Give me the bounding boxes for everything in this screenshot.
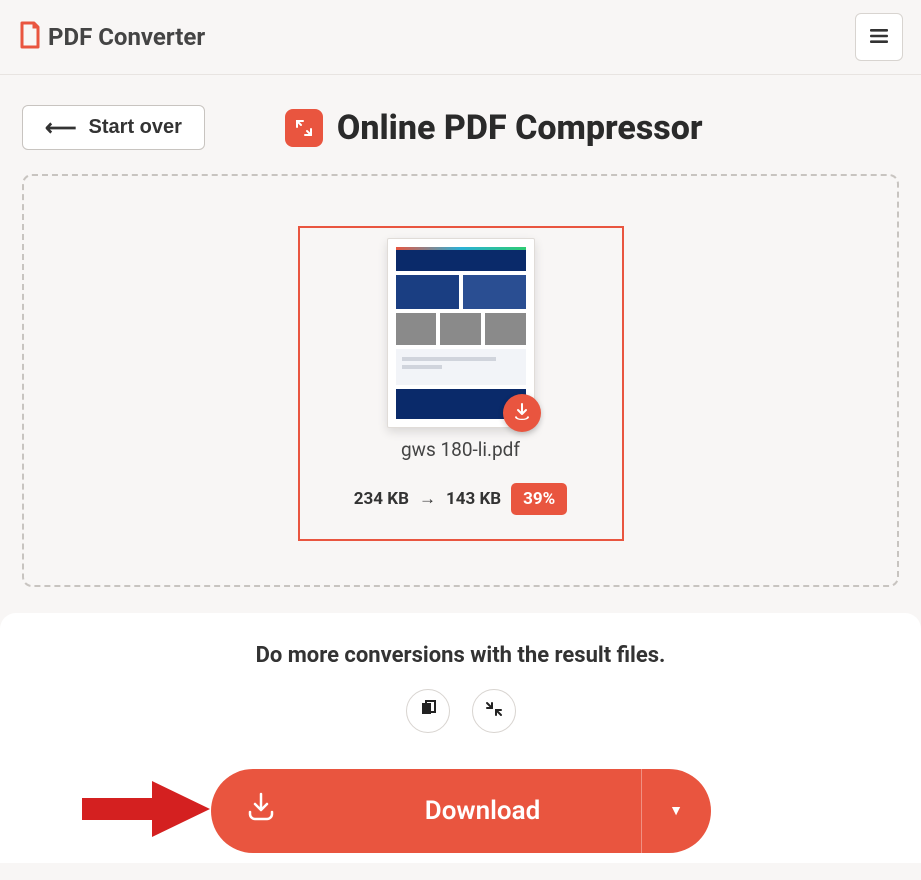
page-title-text: Online PDF Compressor xyxy=(337,108,703,148)
action-icons xyxy=(0,689,921,733)
brand-name: PDF Converter xyxy=(48,23,205,51)
download-icon xyxy=(247,792,275,829)
copy-icon xyxy=(419,700,437,722)
page-title: Online PDF Compressor xyxy=(285,108,703,148)
size-before: 234 KB xyxy=(354,489,409,509)
more-conversions-text: Do more conversions with the result file… xyxy=(251,641,671,671)
download-button[interactable]: Download ▼ xyxy=(211,769,711,853)
arrow-left-icon: ⟵ xyxy=(45,117,77,139)
copy-button[interactable] xyxy=(406,689,450,733)
file-dropzone[interactable]: gws 180-li.pdf 234 KB → 143 KB 39% xyxy=(22,174,899,587)
arrow-right-icon: → xyxy=(419,489,436,509)
pointer-arrow-annotation xyxy=(82,781,210,841)
compress-icon xyxy=(285,109,323,147)
reduction-badge: 39% xyxy=(511,483,567,515)
start-over-label: Start over xyxy=(89,116,182,139)
logo-icon xyxy=(18,21,42,53)
caret-down-icon: ▼ xyxy=(669,802,683,819)
bottom-panel: Do more conversions with the result file… xyxy=(0,613,921,863)
file-thumbnail xyxy=(387,238,535,428)
compress-arrows-icon xyxy=(485,700,503,722)
download-row: Download ▼ xyxy=(0,769,921,853)
menu-button[interactable] xyxy=(855,13,903,61)
compress-more-button[interactable] xyxy=(472,689,516,733)
size-after: 143 KB xyxy=(446,489,501,509)
hamburger-icon xyxy=(870,25,888,49)
app-header: PDF Converter xyxy=(0,0,921,75)
brand-logo[interactable]: PDF Converter xyxy=(18,21,205,53)
download-file-icon-button[interactable] xyxy=(503,394,541,432)
file-name: gws 180-li.pdf xyxy=(312,438,610,461)
download-dropdown-toggle[interactable]: ▼ xyxy=(641,769,711,853)
download-label: Download xyxy=(365,796,641,826)
file-card[interactable]: gws 180-li.pdf 234 KB → 143 KB 39% xyxy=(298,226,624,541)
download-icon xyxy=(513,402,531,424)
toolbar: ⟵ Start over Online PDF Compressor xyxy=(0,75,921,174)
start-over-button[interactable]: ⟵ Start over xyxy=(22,105,205,150)
file-size-row: 234 KB → 143 KB 39% xyxy=(312,483,610,515)
